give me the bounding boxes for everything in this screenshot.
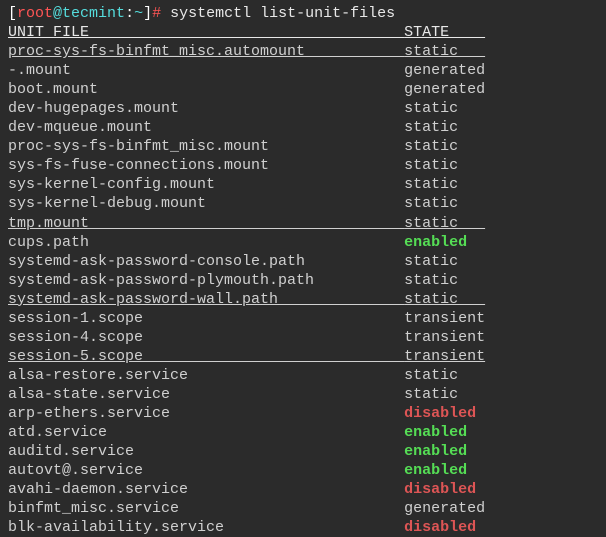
table-row: avahi-daemon.service disabled [8, 480, 598, 499]
unit-file-name: alsa-state.service [8, 386, 404, 403]
unit-file-name: atd.service [8, 424, 404, 441]
prompt-hash: # [152, 5, 170, 22]
unit-file-state: generated [404, 62, 485, 79]
unit-file-name: alsa-restore.service [8, 367, 404, 384]
unit-file-name: binfmt_misc.service [8, 500, 404, 517]
unit-file-state: generated [404, 81, 485, 98]
table-row: proc-sys-fs-binfmt_misc.mount static [8, 137, 598, 156]
unit-file-state: disabled [404, 519, 485, 536]
unit-file-state: static [404, 195, 485, 212]
table-row: dev-mqueue.mount static [8, 118, 598, 137]
header-unit-file: UNIT FILE [8, 24, 404, 41]
prompt-colon: : [125, 5, 134, 22]
unit-file-name: auditd.service [8, 443, 404, 460]
unit-file-name: proc-sys-fs-binfmt_misc.mount [8, 138, 404, 155]
table-row: proc-sys-fs-binfmt_misc.automount static [8, 42, 598, 61]
table-row: -.mount generated [8, 61, 598, 80]
unit-file-state: static [404, 253, 485, 270]
table-row: cups.path enabled [8, 233, 598, 252]
unit-file-state: transient [404, 348, 485, 365]
unit-file-name: sys-kernel-config.mount [8, 176, 404, 193]
unit-file-name: systemd-ask-password-plymouth.path [8, 272, 404, 289]
unit-file-name: dev-hugepages.mount [8, 100, 404, 117]
unit-file-state: static [404, 100, 485, 117]
prompt-host: tecmint [62, 5, 125, 22]
table-row: auditd.service enabled [8, 442, 598, 461]
unit-file-state: static [404, 176, 485, 193]
unit-file-name: tmp.mount [8, 215, 404, 232]
header-state: STATE [404, 24, 485, 41]
table-row: alsa-restore.service static [8, 366, 598, 385]
table-row: atd.service enabled [8, 423, 598, 442]
table-row: session-1.scope transient [8, 309, 598, 328]
shell-prompt-line[interactable]: [root@tecmint:~]# systemctl list-unit-fi… [8, 4, 598, 23]
unit-file-state: enabled [404, 443, 485, 460]
unit-file-state: static [404, 291, 485, 308]
unit-file-name: proc-sys-fs-binfmt_misc.automount [8, 43, 404, 60]
unit-file-state: enabled [404, 234, 485, 251]
unit-file-state: static [404, 386, 485, 403]
unit-file-name: systemd-ask-password-wall.path [8, 291, 404, 308]
unit-file-state: static [404, 215, 485, 232]
unit-file-state: enabled [404, 462, 485, 479]
unit-file-state: generated [404, 500, 485, 517]
unit-file-name: session-1.scope [8, 310, 404, 327]
table-row: sys-kernel-config.mount static [8, 175, 598, 194]
unit-file-state: enabled [404, 424, 485, 441]
unit-file-name: session-5.scope [8, 348, 404, 365]
unit-file-state: static [404, 119, 485, 136]
prompt-at: @ [53, 5, 62, 22]
unit-file-name: cups.path [8, 234, 404, 251]
unit-file-name: -.mount [8, 62, 404, 79]
table-row: alsa-state.service static [8, 385, 598, 404]
unit-file-state: static [404, 43, 485, 60]
unit-file-state: disabled [404, 481, 485, 498]
table-row: sys-fs-fuse-connections.mount static [8, 156, 598, 175]
table-row: binfmt_misc.service generated [8, 499, 598, 518]
prompt-close: ] [143, 5, 152, 22]
unit-file-name: avahi-daemon.service [8, 481, 404, 498]
unit-file-name: dev-mqueue.mount [8, 119, 404, 136]
table-row: boot.mount generated [8, 80, 598, 99]
table-row: systemd-ask-password-console.path static [8, 252, 598, 271]
table-row: arp-ethers.service disabled [8, 404, 598, 423]
unit-files-list: proc-sys-fs-binfmt_misc.automount static… [8, 42, 598, 537]
unit-file-name: sys-kernel-debug.mount [8, 195, 404, 212]
unit-file-name: systemd-ask-password-console.path [8, 253, 404, 270]
unit-file-state: static [404, 367, 485, 384]
unit-file-state: static [404, 157, 485, 174]
unit-file-name: sys-fs-fuse-connections.mount [8, 157, 404, 174]
unit-file-name: arp-ethers.service [8, 405, 404, 422]
table-row: autovt@.service enabled [8, 461, 598, 480]
table-row: session-4.scope transient [8, 328, 598, 347]
unit-file-name: session-4.scope [8, 329, 404, 346]
prompt-command: systemctl list-unit-files [170, 5, 395, 22]
unit-file-state: static [404, 272, 485, 289]
table-row: dev-hugepages.mount static [8, 99, 598, 118]
unit-file-name: autovt@.service [8, 462, 404, 479]
unit-file-state: static [404, 138, 485, 155]
prompt-path: ~ [134, 5, 143, 22]
unit-file-state: disabled [404, 405, 485, 422]
table-row: session-5.scope transient [8, 347, 598, 366]
table-row: blk-availability.service disabled [8, 518, 598, 537]
table-row: sys-kernel-debug.mount static [8, 194, 598, 213]
table-row: systemd-ask-password-wall.path static [8, 290, 598, 309]
table-row: systemd-ask-password-plymouth.path stati… [8, 271, 598, 290]
unit-file-name: boot.mount [8, 81, 404, 98]
table-header: UNIT FILE STATE [8, 23, 598, 42]
prompt-open: [ [8, 5, 17, 22]
table-row: tmp.mount static [8, 214, 598, 233]
unit-file-state: transient [404, 329, 485, 346]
unit-file-state: transient [404, 310, 485, 327]
prompt-user: root [17, 5, 53, 22]
unit-file-name: blk-availability.service [8, 519, 404, 536]
